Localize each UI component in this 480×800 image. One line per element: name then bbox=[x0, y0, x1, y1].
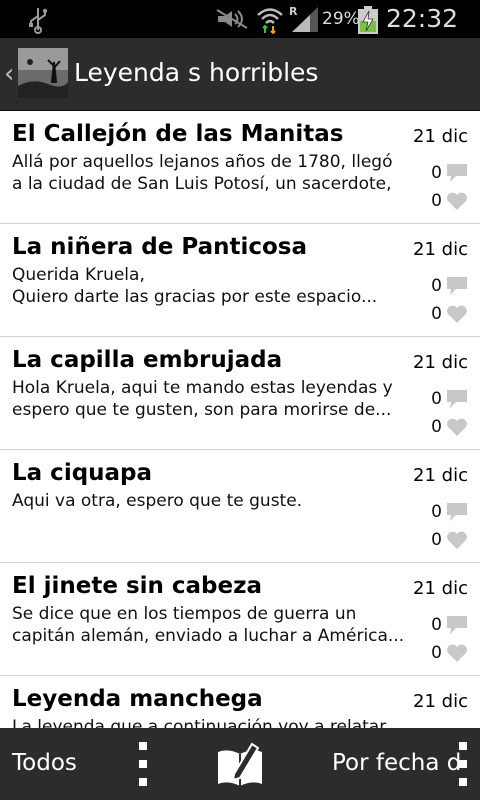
item-date: 21 dic bbox=[413, 578, 468, 599]
action-bar: ‹ Leyenda s horribles bbox=[0, 38, 480, 111]
comment-count: 0 bbox=[431, 615, 442, 635]
comment-icon bbox=[447, 503, 467, 521]
list-item[interactable]: Leyenda manchega 21 dic La leyenda que a… bbox=[0, 676, 480, 728]
heart-icon bbox=[447, 531, 467, 549]
item-date: 21 dic bbox=[413, 239, 468, 260]
comment-icon bbox=[447, 390, 467, 408]
item-excerpt: Aqui va otra, espero que te guste. bbox=[12, 491, 303, 511]
item-title: Leyenda manchega bbox=[12, 686, 263, 712]
app-logo[interactable] bbox=[18, 48, 68, 98]
list-item[interactable]: La capilla embrujada 21 dic Hola Kruela,… bbox=[0, 337, 480, 450]
signal-icon: R bbox=[289, 5, 318, 32]
like-count: 0 bbox=[431, 530, 442, 550]
comment-count: 0 bbox=[431, 163, 442, 183]
item-date: 21 dic bbox=[413, 465, 468, 486]
item-excerpt: Allá por aquellos lejanos años de 1780, … bbox=[12, 152, 393, 197]
overflow-dots-icon[interactable] bbox=[138, 742, 148, 786]
item-excerpt: Querida Kruela, Quiero darte las gracias… bbox=[12, 265, 378, 307]
bottom-bar: Todos Por fecha d... bbox=[0, 728, 480, 800]
usb-icon bbox=[29, 8, 48, 34]
comment-icon bbox=[447, 164, 467, 182]
svg-text:R: R bbox=[289, 5, 298, 18]
list-item[interactable]: El jinete sin cabeza 21 dic Se dice que … bbox=[0, 563, 480, 676]
item-title: La niñera de Panticosa bbox=[12, 234, 308, 260]
item-date: 21 dic bbox=[413, 691, 468, 712]
item-excerpt: La leyenda que a continuación voy a rela… bbox=[12, 717, 401, 728]
comment-count: 0 bbox=[431, 502, 442, 522]
chevron-left-icon[interactable]: ‹ bbox=[4, 61, 14, 87]
status-bar: R 29% 22:32 bbox=[0, 0, 480, 38]
list-item[interactable]: La ciquapa 21 dic Aqui va otra, espero q… bbox=[0, 450, 480, 563]
sort-selector[interactable]: Por fecha d... bbox=[332, 750, 462, 776]
item-title: La capilla embrujada bbox=[12, 347, 283, 373]
item-title: El jinete sin cabeza bbox=[12, 573, 263, 599]
heart-icon bbox=[447, 418, 467, 436]
battery-charging-icon bbox=[358, 6, 378, 34]
comment-icon bbox=[447, 277, 467, 295]
item-title: La ciquapa bbox=[12, 460, 153, 486]
heart-icon bbox=[447, 305, 467, 323]
legend-list[interactable]: El Callejón de las Manitas 21 dic Allá p… bbox=[0, 111, 480, 728]
clock: 22:32 bbox=[386, 4, 459, 33]
item-title: El Callejón de las Manitas bbox=[12, 121, 344, 147]
page-title: Leyenda s horribles bbox=[74, 58, 319, 87]
heart-icon bbox=[447, 192, 467, 210]
like-count: 0 bbox=[431, 304, 442, 324]
list-item[interactable]: La niñera de Panticosa 21 dic Querida Kr… bbox=[0, 224, 480, 337]
comment-count: 0 bbox=[431, 389, 442, 409]
filter-selector[interactable]: Todos bbox=[12, 750, 77, 776]
overflow-dots-icon[interactable] bbox=[458, 742, 468, 786]
compose-book-icon[interactable] bbox=[214, 738, 266, 790]
item-date: 21 dic bbox=[413, 126, 468, 147]
battery-percentage: 29% bbox=[322, 9, 360, 29]
like-count: 0 bbox=[431, 417, 442, 437]
wifi-icon bbox=[257, 8, 283, 34]
list-item[interactable]: El Callejón de las Manitas 21 dic Allá p… bbox=[0, 111, 480, 224]
comment-count: 0 bbox=[431, 276, 442, 296]
like-count: 0 bbox=[431, 191, 442, 211]
comment-icon bbox=[447, 616, 467, 634]
heart-icon bbox=[447, 644, 467, 662]
item-date: 21 dic bbox=[413, 352, 468, 373]
item-excerpt: Hola Kruela, aqui te mando estas leyenda… bbox=[12, 378, 393, 420]
item-excerpt: Se dice que en los tiempos de guerra un … bbox=[12, 604, 405, 646]
like-count: 0 bbox=[431, 643, 442, 663]
mute-icon bbox=[216, 9, 248, 29]
